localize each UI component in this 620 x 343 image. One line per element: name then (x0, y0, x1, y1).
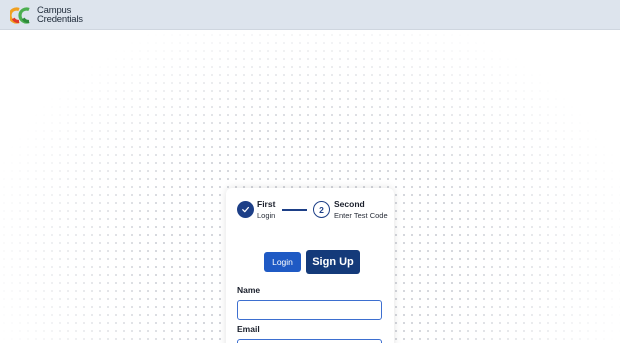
name-field[interactable] (237, 300, 382, 320)
step-1-title: First (257, 199, 276, 209)
name-label: Name (237, 285, 261, 295)
signup-tab-button[interactable]: Sign Up (306, 250, 360, 274)
step-2-title: Second (334, 199, 365, 209)
step-2-subtitle: Enter Test Code (334, 211, 388, 220)
email-label: Email (237, 324, 260, 334)
step-2-indicator: 2 (313, 201, 330, 218)
step-connector (282, 209, 307, 211)
step-1-indicator (237, 201, 254, 218)
auth-card: First Login 2 Second Enter Test Code Log… (226, 188, 394, 343)
email-field[interactable] (237, 339, 382, 343)
cc-logo-icon (10, 6, 30, 24)
campus-credentials-logo[interactable]: Campus Credentials (10, 6, 83, 24)
logo-line-2: Credentials (37, 14, 83, 25)
top-header: Campus Credentials (0, 0, 620, 30)
check-icon (242, 206, 250, 213)
logo-text: Campus Credentials (37, 6, 83, 25)
step-1-subtitle: Login (257, 211, 276, 220)
login-tab-button[interactable]: Login (264, 252, 301, 272)
